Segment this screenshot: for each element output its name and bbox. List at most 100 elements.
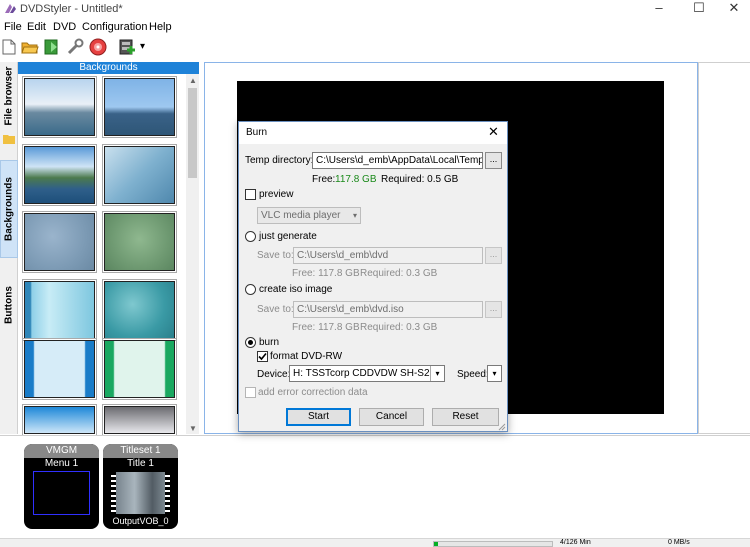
add-file-button[interactable]	[119, 38, 137, 56]
background-thumbnail[interactable]	[22, 404, 97, 436]
background-thumbnail[interactable]	[102, 338, 177, 400]
chevron-down-icon: ▾	[492, 369, 497, 378]
background-thumbnail[interactable]	[102, 404, 177, 436]
background-thumbnail[interactable]	[22, 211, 97, 273]
player-select-value: VLC media player	[261, 210, 341, 221]
iso-required-text: Required: 0.3 GB	[360, 322, 438, 333]
window-title: DVDStyler - Untitled*	[20, 3, 123, 15]
background-thumbnail[interactable]	[22, 76, 97, 138]
burn-button[interactable]	[89, 38, 107, 56]
properties-panel	[698, 62, 750, 434]
generate-required-text: Required: 0.3 GB	[360, 268, 438, 279]
scroll-up-icon[interactable]: ▲	[189, 76, 197, 85]
tab-backgrounds[interactable]: Backgrounds	[0, 160, 18, 258]
iso-free-text: Free: 117.8 GB	[292, 322, 360, 333]
generate-browse-button[interactable]: ...	[485, 247, 502, 264]
burn-label: burn	[259, 337, 280, 348]
create-iso-label: create iso image	[259, 284, 333, 295]
background-thumbnail[interactable]	[22, 338, 97, 400]
scrollbar-thumb[interactable]	[188, 88, 197, 178]
background-thumbnail[interactable]	[22, 279, 97, 341]
scroll-down-icon[interactable]: ▼	[189, 424, 197, 433]
maximize-icon: ☐	[693, 0, 705, 15]
folder-icon	[3, 135, 15, 144]
minimize-icon: –	[655, 0, 663, 15]
burn-dialog-titlebar	[239, 122, 507, 144]
menu-edit[interactable]: Edit	[27, 21, 46, 33]
title-file-name: OutputVOB_0	[112, 516, 169, 526]
settings-button[interactable]	[66, 38, 84, 56]
device-label: Device:	[257, 369, 291, 380]
cancel-button[interactable]: Cancel	[359, 408, 424, 426]
temp-directory-input[interactable]: C:\Users\d_emb\AppData\Local\Temp	[312, 152, 483, 169]
title-1-name: Title 1	[127, 458, 154, 469]
burn-disc-icon	[89, 38, 107, 56]
speed-label: Speed:	[457, 369, 489, 380]
status-progress-bar	[433, 541, 553, 547]
create-iso-radio[interactable]	[245, 284, 256, 295]
close-icon: ✕	[728, 0, 740, 15]
chevron-down-icon: ▾	[430, 366, 444, 381]
save-button[interactable]	[43, 38, 61, 56]
just-generate-radio[interactable]	[245, 231, 256, 242]
checkmark-icon	[258, 352, 267, 361]
status-rate: 0 MB/s	[668, 539, 690, 546]
add-dropdown-arrow-icon[interactable]: ▾	[140, 41, 145, 52]
vmgm-menu-item[interactable]: VMGM Menu 1	[24, 444, 99, 529]
player-select[interactable]: VLC media player ▾	[257, 207, 361, 224]
start-button[interactable]: Start	[286, 408, 351, 426]
temp-free-value: 117.8 GB	[335, 174, 377, 185]
temp-directory-browse-button[interactable]: ...	[485, 152, 502, 169]
vmgm-header: VMGM	[24, 444, 99, 458]
tab-buttons[interactable]: Buttons	[0, 272, 18, 338]
status-duration: 4/126 Min	[560, 539, 591, 546]
generate-save-to-label: Save to:	[257, 250, 294, 261]
speed-select[interactable]: ▾	[487, 365, 502, 382]
dvdstyler-logo-icon	[5, 4, 16, 13]
temp-required-text: Required: 0.5 GB	[381, 174, 459, 185]
new-file-button[interactable]	[0, 38, 18, 56]
temp-free-label: Free:	[312, 174, 336, 185]
background-thumbnail[interactable]	[102, 144, 177, 206]
iso-browse-button[interactable]: ...	[485, 301, 502, 318]
menu-thumbnail	[33, 471, 90, 515]
menu-file[interactable]: File	[4, 21, 22, 33]
burn-dialog-close-icon[interactable]: ✕	[488, 124, 499, 140]
format-dvd-rw-checkbox[interactable]	[257, 351, 268, 362]
background-thumbnail[interactable]	[102, 279, 177, 341]
tab-file-browser-label: File browser	[3, 66, 15, 126]
preview-label: preview	[259, 189, 294, 200]
background-thumbnail[interactable]	[102, 211, 177, 273]
status-bar	[0, 538, 750, 547]
new-file-icon	[2, 39, 16, 55]
titleset-header: Titleset 1	[103, 444, 178, 458]
burn-dialog-title: Burn	[246, 127, 268, 138]
backgrounds-panel-header: Backgrounds	[18, 62, 199, 74]
titleset-1-item[interactable]: Titleset 1 Title 1 OutputVOB_0	[103, 444, 178, 529]
reset-button[interactable]: Reset	[432, 408, 499, 426]
menu-dvd[interactable]: DVD	[53, 21, 76, 33]
tab-backgrounds-label: Backgrounds	[3, 177, 15, 241]
tab-file-browser[interactable]: File browser	[0, 64, 18, 128]
background-thumbnail[interactable]	[22, 144, 97, 206]
format-dvd-rw-label: format DVD-RW	[270, 351, 343, 362]
device-select-value: H: TSSTcorp CDDVDW SH-S223C	[293, 368, 445, 379]
chevron-down-icon: ▾	[352, 211, 357, 220]
status-progress-fill	[434, 542, 438, 546]
resize-grip-icon[interactable]	[498, 423, 506, 431]
toolbar	[0, 36, 750, 60]
menu-help[interactable]: Help	[149, 21, 172, 33]
device-select[interactable]: H: TSSTcorp CDDVDW SH-S223C ▾	[289, 365, 445, 382]
background-thumbnail[interactable]	[102, 76, 177, 138]
burn-radio[interactable]	[245, 337, 256, 348]
temp-directory-label: Temp directory:	[245, 155, 314, 166]
open-button[interactable]	[21, 38, 39, 56]
preview-checkbox[interactable]	[245, 189, 256, 200]
add-file-icon	[119, 39, 135, 55]
error-correction-checkbox[interactable]	[245, 387, 256, 398]
close-button[interactable]: ✕	[711, 0, 750, 18]
menu-configuration[interactable]: Configuration	[82, 21, 147, 33]
iso-save-to-label: Save to:	[257, 304, 294, 315]
iso-path-input[interactable]: C:\Users\d_emb\dvd.iso	[293, 301, 483, 318]
generate-path-input[interactable]: C:\Users\d_emb\dvd	[293, 247, 483, 264]
